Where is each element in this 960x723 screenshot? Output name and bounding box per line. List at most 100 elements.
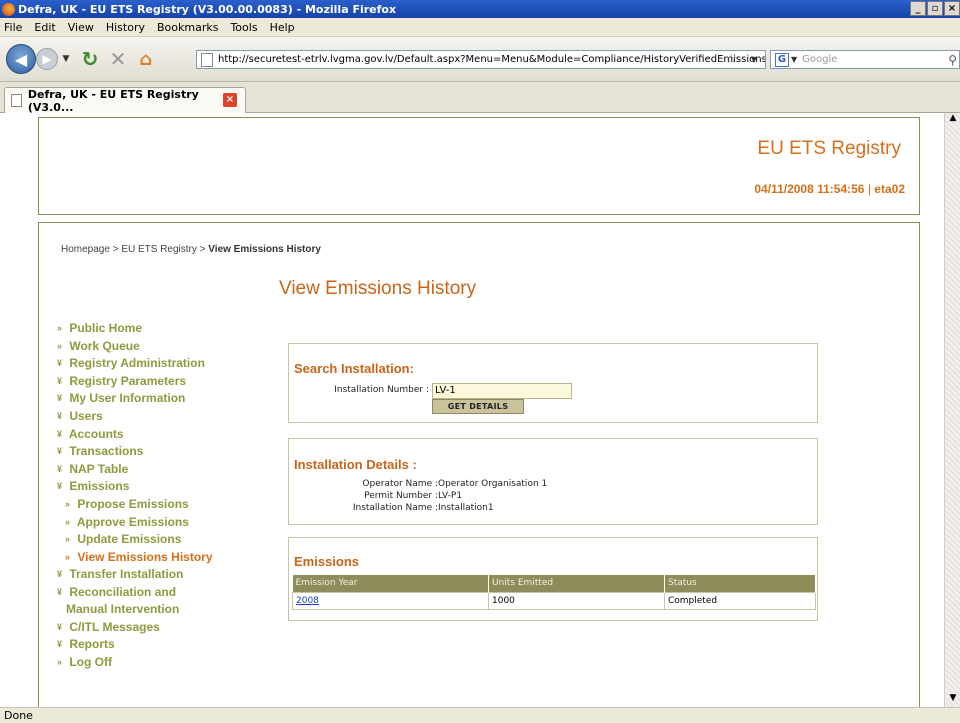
emissions-title: Emissions (294, 554, 360, 569)
permit-number-value: LV-P1 (438, 491, 463, 501)
menu-edit[interactable]: Edit (34, 21, 55, 34)
registry-title: EU ETS Registry (757, 138, 901, 159)
operator-name-label: Operator Name : (362, 479, 438, 489)
nav-marker-icon: ¥ (57, 569, 63, 580)
menu-view[interactable]: View (68, 21, 94, 34)
nav-reports[interactable]: ¥ Reports (57, 636, 267, 654)
nav-view-emissions-history[interactable]: » View Emissions History (57, 549, 267, 567)
menu-file[interactable]: File (4, 21, 22, 34)
nav-marker-icon: ¥ (57, 446, 63, 457)
separator: | (867, 182, 871, 196)
nav-transactions[interactable]: ¥ Transactions (57, 443, 267, 461)
minimize-icon[interactable]: _ (910, 1, 926, 16)
url-dropdown-icon[interactable]: ▼ (751, 55, 757, 64)
navigation-toolbar: ◀ ▶ ▼ ↻ ✕ ⌂ http://securetest-etrlv.lvgm… (0, 37, 960, 82)
date-time: 04/11/2008 11:54:56 (754, 182, 865, 196)
maximize-icon[interactable]: ▫ (927, 1, 943, 16)
tab-bar: Defra, UK - EU ETS Registry (V3.0... × (0, 82, 960, 114)
search-box[interactable]: G ▼ Google ⚲ (770, 50, 960, 69)
google-icon[interactable]: G (775, 52, 789, 67)
nav-registry-administration[interactable]: ¥ Registry Administration (57, 355, 267, 373)
nav-marker-icon: ¥ (57, 375, 63, 386)
nav-accounts[interactable]: ¥ Accounts (57, 426, 267, 444)
firefox-logo-icon (2, 2, 15, 16)
breadcrumb-path[interactable]: Homepage > EU ETS Registry > (61, 244, 208, 255)
nav-registry-parameters[interactable]: ¥ Registry Parameters (57, 373, 267, 391)
stop-icon[interactable]: ✕ (106, 47, 130, 71)
tab-page-icon (11, 94, 22, 107)
nav-marker-icon: ¥ (57, 621, 63, 632)
bookmark-star-icon[interactable]: ☆ (725, 52, 737, 67)
nav-label: Transactions (69, 444, 144, 459)
engine-dropdown-icon[interactable]: ▼ (791, 55, 797, 64)
menu-history[interactable]: History (106, 21, 145, 34)
emissions-table: Emission Year Units Emitted Status 2008 … (292, 575, 816, 610)
nav-users[interactable]: ¥ Users (57, 408, 267, 426)
nav-label: Reports (69, 637, 115, 652)
registry-header: EU ETS Registry 04/11/2008 11:54:56 | et… (38, 117, 920, 215)
forward-icon[interactable]: ▶ (36, 48, 58, 70)
nav-my-user-information[interactable]: ¥ My User Information (57, 390, 267, 408)
nav-label: Accounts (68, 426, 124, 441)
reload-icon[interactable]: ↻ (78, 47, 102, 71)
nav-label: Log Off (69, 654, 112, 669)
nav-nap-table[interactable]: ¥ NAP Table (57, 461, 267, 479)
page-title: View Emissions History (279, 278, 477, 299)
get-details-button[interactable]: Get Details (432, 399, 524, 414)
history-dropdown-icon[interactable]: ▼ (60, 52, 72, 66)
browser-tab[interactable]: Defra, UK - EU ETS Registry (V3.0... × (4, 87, 246, 114)
nav-marker-icon: ¥ (57, 463, 63, 474)
nav-public-home[interactable]: » Public Home (57, 320, 267, 338)
nav-manual-intervention[interactable]: Manual Intervention (57, 601, 267, 619)
column-units-emitted[interactable]: Units Emitted (488, 575, 665, 592)
scroll-up-icon[interactable]: ▲ (945, 113, 960, 127)
breadcrumb: Homepage > EU ETS Registry > View Emissi… (61, 244, 321, 255)
url-bar[interactable]: http://securetest-etrlv.lvgma.gov.lv/Def… (196, 50, 766, 69)
nav-update-emissions[interactable]: » Update Emissions (57, 531, 267, 549)
search-icon[interactable]: ⚲ (948, 53, 957, 67)
nav-marker-icon: ¥ (57, 586, 63, 597)
home-icon[interactable]: ⌂ (134, 47, 158, 71)
search-installation-title: Search Installation: (294, 361, 414, 376)
nav-label: Manual Intervention (66, 601, 180, 616)
nav-marker-icon: ¥ (57, 481, 63, 492)
menu-bar: File Edit View History Bookmarks Tools H… (0, 18, 960, 37)
installation-number-input[interactable]: LV-1 (432, 383, 572, 399)
nav-marker-icon: » (57, 340, 63, 351)
nav-transfer-installation[interactable]: ¥ Transfer Installation (57, 566, 267, 584)
nav-label: View Emissions History (77, 549, 213, 564)
nav-label: C/ITL Messages (69, 619, 160, 634)
session-info: 04/11/2008 11:54:56 | eta02 (754, 182, 905, 196)
nav-label: Transfer Installation (69, 567, 184, 582)
nav-label: Public Home (69, 321, 143, 335)
back-icon[interactable]: ◀ (6, 44, 36, 74)
nav-propose-emissions[interactable]: » Propose Emissions (57, 496, 267, 514)
menu-help[interactable]: Help (270, 21, 295, 34)
menu-tools[interactable]: Tools (230, 21, 257, 34)
vertical-scrollbar[interactable]: ▲ ▼ (944, 113, 960, 707)
emission-year-link[interactable]: 2008 (296, 596, 319, 606)
side-navigation: » Public Home » Work Queue ¥ Registry Ad… (57, 320, 267, 671)
nav-marker-icon: ¥ (57, 358, 63, 369)
nav-approve-emissions[interactable]: » Approve Emissions (57, 514, 267, 532)
nav-citl-messages[interactable]: ¥ C/ITL Messages (57, 619, 267, 637)
window-title-bar: Defra, UK - EU ETS Registry (V3.00.00.00… (0, 0, 960, 18)
close-window-icon[interactable]: × (944, 1, 960, 16)
nav-label: Update Emissions (77, 532, 182, 547)
search-installation-panel: Search Installation: Installation Number… (288, 343, 818, 423)
nav-emissions[interactable]: ¥ Emissions (57, 478, 267, 496)
nav-log-off[interactable]: » Log Off (57, 654, 267, 672)
close-tab-icon[interactable]: × (223, 93, 237, 107)
units-emitted-cell: 1000 (488, 591, 665, 610)
emission-year-cell: 2008 (292, 591, 489, 610)
table-row: 2008 1000 Completed (292, 591, 816, 610)
nav-work-queue[interactable]: » Work Queue (57, 338, 267, 356)
permit-number-label: Permit Number : (364, 491, 438, 501)
tab-title: Defra, UK - EU ETS Registry (V3.0... (27, 87, 199, 114)
menu-bookmarks[interactable]: Bookmarks (157, 21, 218, 34)
nav-reconciliation[interactable]: ¥ Reconciliation and (57, 584, 267, 601)
installation-details-panel: Installation Details : Operator Name : O… (288, 438, 818, 525)
scroll-down-icon[interactable]: ▼ (945, 693, 960, 707)
column-status[interactable]: Status (664, 575, 816, 592)
column-emission-year[interactable]: Emission Year (292, 575, 489, 592)
